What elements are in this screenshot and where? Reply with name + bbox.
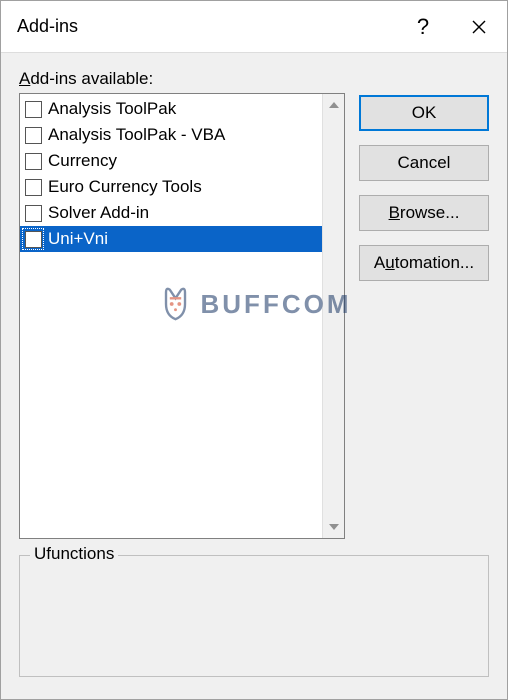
checkbox[interactable] [25, 205, 42, 222]
automation-button[interactable]: Automation... [359, 245, 489, 281]
close-icon [471, 19, 487, 35]
listbox-label: Add-ins available: [19, 69, 345, 89]
list-item[interactable]: Analysis ToolPak [20, 96, 322, 122]
titlebar: Add-ins ? [1, 1, 507, 53]
ok-button[interactable]: OK [359, 95, 489, 131]
scrollbar[interactable] [322, 94, 344, 538]
checkbox[interactable] [25, 231, 42, 248]
listbox-column: Add-ins available: Analysis ToolPak Anal… [19, 69, 345, 539]
checkbox[interactable] [25, 179, 42, 196]
list-item[interactable]: Analysis ToolPak - VBA [20, 122, 322, 148]
close-button[interactable] [451, 1, 507, 53]
cancel-button[interactable]: Cancel [359, 145, 489, 181]
upper-section: Add-ins available: Analysis ToolPak Anal… [19, 69, 489, 539]
list-item-label: Solver Add-in [48, 203, 149, 223]
button-column: OK Cancel Browse... Automation... [345, 69, 489, 539]
dialog-body: Add-ins available: Analysis ToolPak Anal… [1, 53, 507, 699]
browse-button[interactable]: Browse... [359, 195, 489, 231]
list-item[interactable]: Currency [20, 148, 322, 174]
groupbox-label: Ufunctions [30, 544, 118, 564]
dialog-title: Add-ins [17, 16, 395, 37]
list-item-label: Analysis ToolPak - VBA [48, 125, 225, 145]
list-item-label: Currency [48, 151, 117, 171]
list-item[interactable]: Uni+Vni [20, 226, 322, 252]
checkbox[interactable] [25, 153, 42, 170]
list-item-label: Euro Currency Tools [48, 177, 202, 197]
list-item[interactable]: Euro Currency Tools [20, 174, 322, 200]
description-groupbox: Ufunctions [19, 555, 489, 677]
list-item[interactable]: Solver Add-in [20, 200, 322, 226]
scroll-down-icon[interactable] [323, 516, 344, 538]
list-item-label: Uni+Vni [48, 229, 108, 249]
scroll-up-icon[interactable] [323, 94, 344, 116]
checkbox[interactable] [25, 127, 42, 144]
list-item-label: Analysis ToolPak [48, 99, 176, 119]
listbox-items: Analysis ToolPak Analysis ToolPak - VBA … [20, 94, 322, 538]
checkbox[interactable] [25, 101, 42, 118]
addins-listbox[interactable]: Analysis ToolPak Analysis ToolPak - VBA … [19, 93, 345, 539]
addins-dialog: Add-ins ? Add-ins available: Analysis To… [0, 0, 508, 700]
help-button[interactable]: ? [395, 1, 451, 53]
